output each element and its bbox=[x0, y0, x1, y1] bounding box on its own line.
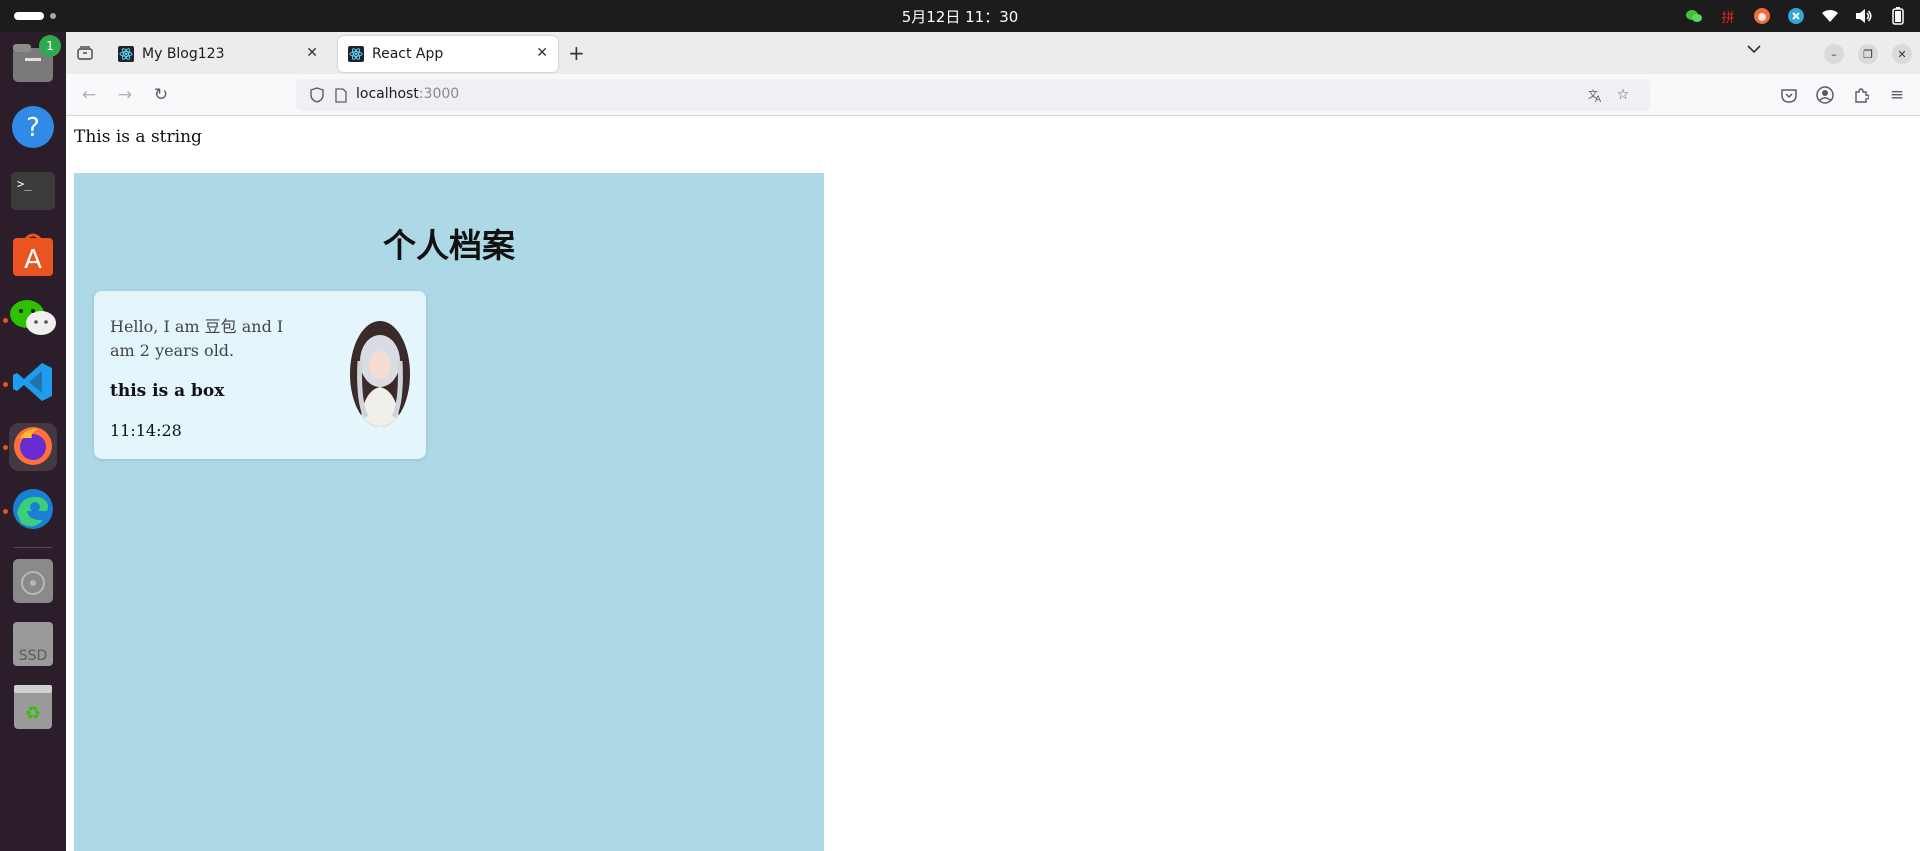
account-icon[interactable] bbox=[1814, 84, 1836, 106]
avatar bbox=[350, 321, 410, 427]
ssd-icon: SSD bbox=[13, 622, 53, 670]
dock-trash[interactable]: ♻ bbox=[9, 685, 57, 733]
input-method-icon[interactable]: 拼 bbox=[1718, 6, 1738, 26]
dock-help[interactable]: ? bbox=[9, 105, 57, 153]
dock-wechat[interactable] bbox=[9, 296, 57, 344]
volume-icon[interactable] bbox=[1854, 6, 1874, 26]
dock-app-store[interactable]: A bbox=[9, 232, 57, 280]
dock-separator bbox=[14, 547, 52, 548]
navigation-toolbar: ← → ↻ localhost:3000 文A ☆ ≡ bbox=[66, 74, 1920, 116]
close-tab-icon[interactable]: ✕ bbox=[536, 45, 548, 61]
bookmark-star-icon[interactable]: ☆ bbox=[1614, 86, 1632, 104]
tab-title: My Blog123 bbox=[142, 46, 225, 62]
terminal-icon: >_ bbox=[11, 172, 55, 214]
dock-terminal[interactable]: >_ bbox=[9, 169, 57, 217]
minimize-button[interactable]: – bbox=[1824, 44, 1844, 64]
dock: 1 ? >_ A SSD ♻ bbox=[0, 32, 66, 851]
running-indicator bbox=[3, 509, 8, 514]
vscode-icon bbox=[12, 361, 54, 407]
help-icon: ? bbox=[11, 105, 55, 153]
dock-vscode[interactable] bbox=[9, 360, 57, 408]
battery-icon[interactable] bbox=[1888, 6, 1908, 26]
dock-ssd[interactable]: SSD bbox=[9, 622, 57, 670]
notification-badge: 1 bbox=[39, 35, 61, 57]
dock-edge[interactable] bbox=[9, 487, 57, 535]
cat-icon[interactable] bbox=[1752, 6, 1772, 26]
dock-files[interactable]: 1 bbox=[9, 35, 61, 89]
system-clock[interactable]: 5月12日 11：30 bbox=[0, 6, 1920, 27]
close-tab-icon[interactable]: ✕ bbox=[306, 45, 318, 61]
optical-drive-icon bbox=[13, 559, 53, 607]
back-icon[interactable]: ← bbox=[78, 84, 100, 106]
running-indicator bbox=[3, 445, 8, 450]
ssd-label: SSD bbox=[19, 648, 48, 664]
extensions-icon[interactable] bbox=[1850, 84, 1872, 106]
url-text: localhost:3000 bbox=[356, 86, 460, 102]
wechat-icon bbox=[9, 298, 57, 342]
time-display: 11:14:28 bbox=[110, 421, 182, 440]
sync-icon[interactable] bbox=[1786, 6, 1806, 26]
dock-optical-drive[interactable] bbox=[9, 559, 57, 607]
svg-text:A: A bbox=[24, 245, 42, 275]
profile-panel: 个人档案 Hello, I am 豆包 and I am 2 years old… bbox=[74, 173, 824, 851]
running-indicator bbox=[3, 382, 8, 387]
box-text: this is a box bbox=[110, 381, 225, 401]
running-indicator bbox=[3, 318, 8, 323]
tab-overview-icon[interactable] bbox=[74, 42, 96, 64]
list-all-tabs-icon[interactable] bbox=[1746, 42, 1762, 58]
page-info-icon[interactable] bbox=[332, 86, 350, 104]
trash-icon: ♻ bbox=[14, 685, 52, 733]
app-store-icon: A bbox=[13, 232, 53, 280]
svg-text:>_: >_ bbox=[17, 177, 32, 191]
tab-title: React App bbox=[372, 46, 444, 62]
restore-button[interactable]: ❐ bbox=[1858, 44, 1878, 64]
svg-text:?: ? bbox=[26, 113, 40, 143]
wechat-icon[interactable] bbox=[1684, 6, 1704, 26]
reload-icon[interactable]: ↻ bbox=[150, 84, 172, 106]
profile-intro: Hello, I am 豆包 and I am 2 years old. bbox=[110, 317, 284, 360]
page-string-text: This is a string bbox=[74, 127, 202, 147]
pocket-icon[interactable] bbox=[1778, 84, 1800, 106]
browser-window: My Blog123 ✕ React App ✕ + – ❐ ✕ ← → ↻ l… bbox=[66, 32, 1920, 851]
shield-icon[interactable] bbox=[308, 86, 326, 104]
react-favicon-icon bbox=[118, 46, 134, 62]
svg-text:♻: ♻ bbox=[25, 703, 41, 724]
forward-icon[interactable]: → bbox=[114, 84, 136, 106]
profile-card: Hello, I am 豆包 and I am 2 years old. thi… bbox=[94, 291, 426, 459]
web-page: This is a string 个人档案 Hello, I am 豆包 and… bbox=[66, 117, 1920, 851]
menu-icon[interactable]: ≡ bbox=[1886, 84, 1908, 106]
system-tray: 拼 bbox=[1684, 6, 1908, 26]
new-tab-button[interactable]: + bbox=[568, 41, 585, 65]
translate-icon[interactable]: 文A bbox=[1586, 86, 1604, 104]
tab-my-blog[interactable]: My Blog123 ✕ bbox=[108, 36, 328, 72]
page-title: 个人档案 bbox=[383, 226, 515, 265]
wifi-icon[interactable] bbox=[1820, 6, 1840, 26]
close-window-button[interactable]: ✕ bbox=[1892, 44, 1912, 64]
tab-strip: My Blog123 ✕ React App ✕ + – ❐ ✕ bbox=[66, 32, 1920, 74]
tab-react-app[interactable]: React App ✕ bbox=[338, 36, 558, 72]
firefox-icon bbox=[12, 424, 54, 470]
react-favicon-icon bbox=[348, 46, 364, 62]
dock-firefox[interactable] bbox=[9, 423, 57, 471]
svg-text:A: A bbox=[1595, 95, 1602, 103]
system-top-bar: 5月12日 11：30 拼 bbox=[0, 0, 1920, 32]
address-bar[interactable]: localhost:3000 文A ☆ bbox=[296, 79, 1650, 111]
edge-icon bbox=[11, 487, 55, 535]
